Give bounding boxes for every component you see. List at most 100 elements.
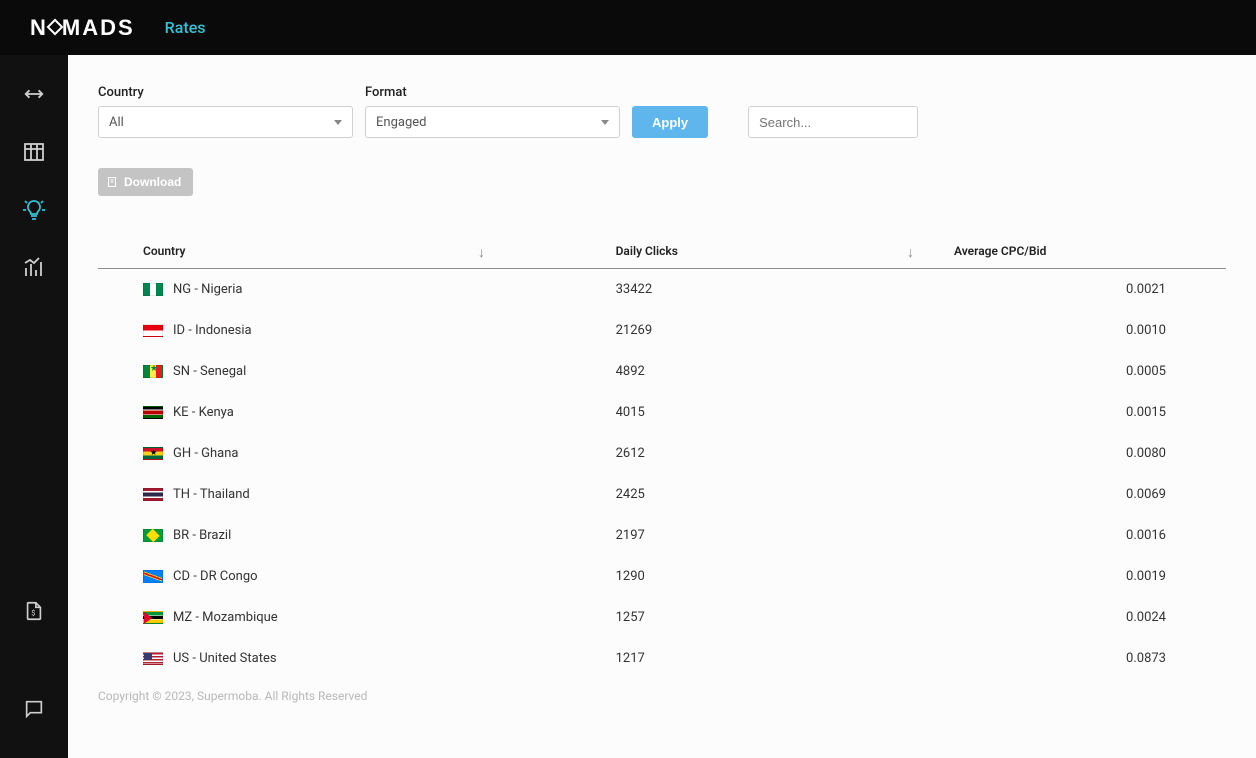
flag-icon xyxy=(143,447,163,460)
flag-icon xyxy=(143,488,163,501)
cell-country: CD - DR Congo xyxy=(98,556,606,597)
sort-arrow-icon: ↓ xyxy=(478,244,485,261)
col-cpc[interactable]: Average CPC/Bid xyxy=(944,236,1226,269)
country-name: US - United States xyxy=(173,651,277,666)
flag-icon xyxy=(143,365,163,378)
download-icon xyxy=(106,176,118,188)
arrows-horizontal-icon xyxy=(23,83,45,105)
flag-icon xyxy=(143,570,163,583)
col-clicks[interactable]: Daily Clicks ↓ xyxy=(606,236,944,269)
country-select-value: All xyxy=(109,115,124,130)
country-name: CD - DR Congo xyxy=(173,569,258,584)
brand-logo: NMADS xyxy=(30,15,135,41)
invoice-icon: $ xyxy=(23,600,45,622)
cell-clicks: 4015 xyxy=(606,392,944,433)
country-name: TH - Thailand xyxy=(173,487,250,502)
col-cpc-label: Average CPC/Bid xyxy=(954,244,1046,258)
sidebar-item-table[interactable] xyxy=(0,123,68,181)
sidebar-item-chat[interactable] xyxy=(0,680,68,738)
format-select-value: Engaged xyxy=(376,115,426,130)
page-title: Rates xyxy=(165,18,206,37)
cell-cpc: 0.0016 xyxy=(944,515,1226,556)
table-row[interactable]: BR - Brazil 21970.0016 xyxy=(98,515,1226,556)
cell-cpc: 0.0024 xyxy=(944,597,1226,638)
search-input[interactable] xyxy=(748,106,918,138)
cell-country: SN - Senegal xyxy=(98,351,606,392)
table-row[interactable]: NG - Nigeria 334220.0021 xyxy=(98,269,1226,311)
country-name: ID - Indonesia xyxy=(173,323,252,338)
cell-cpc: 0.0873 xyxy=(944,638,1226,679)
main-content: Country All Format Engaged Apply Downloa… xyxy=(68,55,1256,758)
cell-cpc: 0.0021 xyxy=(944,269,1226,311)
cell-clicks: 33422 xyxy=(606,269,944,311)
table-row[interactable]: SN - Senegal 48920.0005 xyxy=(98,351,1226,392)
cell-country: KE - Kenya xyxy=(98,392,606,433)
country-name: NG - Nigeria xyxy=(173,282,242,297)
download-button[interactable]: Download xyxy=(98,168,193,196)
cell-country: GH - Ghana xyxy=(98,433,606,474)
cell-clicks: 2425 xyxy=(606,474,944,515)
apply-button[interactable]: Apply xyxy=(632,106,708,138)
format-label: Format xyxy=(365,85,620,100)
country-name: KE - Kenya xyxy=(173,405,234,420)
download-button-label: Download xyxy=(124,175,181,189)
cell-cpc: 0.0080 xyxy=(944,433,1226,474)
cell-cpc: 0.0019 xyxy=(944,556,1226,597)
cell-clicks: 2197 xyxy=(606,515,944,556)
filter-bar: Country All Format Engaged Apply xyxy=(98,85,1226,138)
country-name: BR - Brazil xyxy=(173,528,231,543)
flag-icon xyxy=(143,283,163,296)
flag-icon xyxy=(143,406,163,419)
sidebar-item-expand[interactable] xyxy=(0,65,68,123)
sidebar-item-analytics[interactable] xyxy=(0,239,68,297)
cell-cpc: 0.0015 xyxy=(944,392,1226,433)
col-country[interactable]: Country ↓ xyxy=(98,236,606,269)
format-select[interactable]: Engaged xyxy=(365,106,620,138)
cell-country: US - United States xyxy=(98,638,606,679)
cell-country: NG - Nigeria xyxy=(98,269,606,310)
flag-icon xyxy=(143,652,163,665)
table-row[interactable]: GH - Ghana 26120.0080 xyxy=(98,433,1226,474)
country-name: SN - Senegal xyxy=(173,364,246,379)
sort-arrow-icon: ↓ xyxy=(907,244,914,261)
flag-icon xyxy=(143,324,163,337)
country-select[interactable]: All xyxy=(98,106,353,138)
sidebar-item-lightbulb[interactable] xyxy=(0,181,68,239)
cell-country: BR - Brazil xyxy=(98,515,606,556)
cell-country: MZ - Mozambique xyxy=(98,597,606,638)
top-header: NMADS Rates xyxy=(0,0,1256,55)
cell-clicks: 21269 xyxy=(606,310,944,351)
table-row[interactable]: US - United States 12170.0873 xyxy=(98,638,1226,679)
cell-cpc: 0.0005 xyxy=(944,351,1226,392)
table-row[interactable]: ID - Indonesia 212690.0010 xyxy=(98,310,1226,351)
country-name: MZ - Mozambique xyxy=(173,610,278,625)
flag-icon xyxy=(143,529,163,542)
sidebar: $ xyxy=(0,55,68,758)
cell-clicks: 4892 xyxy=(606,351,944,392)
chat-icon xyxy=(23,698,45,720)
table-row[interactable]: CD - DR Congo 12900.0019 xyxy=(98,556,1226,597)
svg-text:$: $ xyxy=(31,609,35,618)
col-country-label: Country xyxy=(143,244,185,258)
cell-country: TH - Thailand xyxy=(98,474,606,515)
cell-clicks: 1290 xyxy=(606,556,944,597)
cell-cpc: 0.0069 xyxy=(944,474,1226,515)
country-label: Country xyxy=(98,85,353,100)
table-row[interactable]: TH - Thailand 24250.0069 xyxy=(98,474,1226,515)
sidebar-item-invoice[interactable]: $ xyxy=(0,582,68,640)
table-row[interactable]: MZ - Mozambique 12570.0024 xyxy=(98,597,1226,638)
table-row[interactable]: KE - Kenya 40150.0015 xyxy=(98,392,1226,433)
country-name: GH - Ghana xyxy=(173,446,239,461)
rates-table: Country ↓ Daily Clicks ↓ Average CPC/Bid… xyxy=(98,236,1226,679)
rates-table-wrap: Country ↓ Daily Clicks ↓ Average CPC/Bid… xyxy=(98,236,1226,679)
chart-icon xyxy=(22,256,46,280)
col-clicks-label: Daily Clicks xyxy=(616,244,678,258)
cell-clicks: 2612 xyxy=(606,433,944,474)
flag-icon xyxy=(143,611,163,624)
table-icon xyxy=(22,140,46,164)
cell-cpc: 0.0010 xyxy=(944,310,1226,351)
cell-clicks: 1217 xyxy=(606,638,944,679)
footer-copyright: Copyright © 2023, Supermoba. All Rights … xyxy=(98,689,1226,703)
lightbulb-icon xyxy=(22,198,46,222)
cell-clicks: 1257 xyxy=(606,597,944,638)
